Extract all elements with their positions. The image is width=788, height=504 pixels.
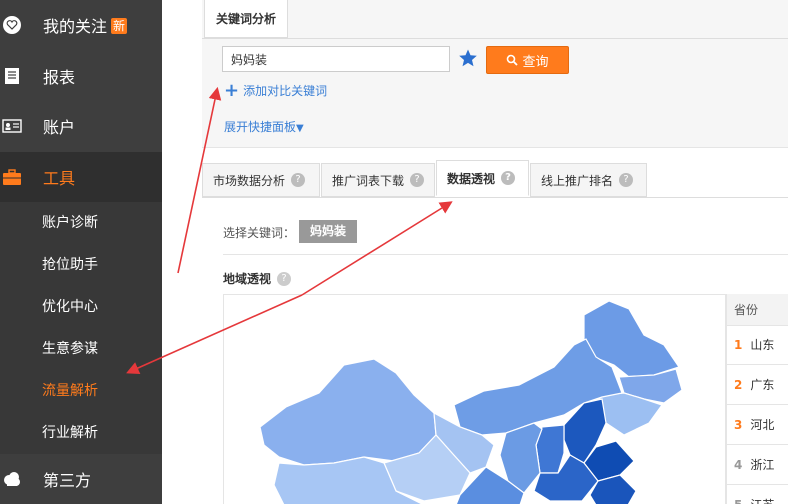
id-card-icon (2, 119, 22, 133)
keyword-analysis-panel: 关键词分析 查询 + 添加对比关键词 展开快捷面板▼ (202, 0, 788, 148)
rank-number: 4 (734, 458, 743, 472)
china-map-svg (259, 300, 683, 504)
sidebar-subitem-traffic-analysis[interactable]: 流量解析 (0, 370, 162, 412)
tab-data-pivot[interactable]: 数据透视? (436, 160, 529, 196)
query-button[interactable]: 查询 (486, 46, 569, 74)
sidebar-subitem-account-diagnosis[interactable]: 账户诊断 (0, 202, 162, 244)
sidebar-subitem-optimization-center[interactable]: 优化中心 (0, 286, 162, 328)
help-icon[interactable]: ? (501, 171, 516, 185)
tab-online-ranking[interactable]: 线上推广排名? (530, 163, 647, 197)
rank-number: 5 (734, 498, 742, 504)
sidebar-item-label: 第三方 (43, 471, 92, 490)
region-title-label: 地域透视 (223, 272, 272, 286)
help-icon[interactable]: ? (291, 173, 306, 187)
tab-label: 推广词表下载 (332, 173, 405, 188)
province-name: 广东 (750, 378, 775, 392)
analysis-tabs: 市场数据分析? 推广词表下载? 数据透视? 线上推广排名? (202, 160, 788, 199)
sidebar-item-my-follow[interactable]: 我的关注新 (0, 0, 162, 50)
cloud-icon (4, 472, 20, 486)
keyword-chip[interactable]: 妈妈装 (299, 220, 357, 243)
expand-label: 展开快捷面板 (224, 120, 297, 134)
star-icon[interactable] (458, 48, 478, 68)
table-row[interactable]: 1 山东 (727, 326, 788, 365)
sidebar: 我的关注新 报表 账户 工具 账户诊断 抢位助手 优化中心 生意参谋 流量解析 … (0, 0, 162, 504)
main-content: 关键词分析 查询 + 添加对比关键词 展开快捷面板▼ (162, 0, 788, 504)
rank-number: 2 (734, 378, 743, 392)
province-name: 山东 (750, 338, 775, 352)
tab-keyword-download[interactable]: 推广词表下载? (321, 163, 435, 197)
table-row[interactable]: 5 江苏 (727, 486, 788, 504)
triangle-down-icon: ▼ (296, 123, 304, 134)
page-root: 我的关注新 报表 账户 工具 账户诊断 抢位助手 优化中心 生意参谋 流量解析 … (0, 0, 788, 504)
sidebar-item-label: 工具 (43, 169, 76, 188)
expand-quick-panel-link[interactable]: 展开快捷面板▼ (224, 118, 304, 135)
report-icon (5, 68, 19, 84)
tab-label: 线上推广排名 (541, 173, 614, 188)
sidebar-subitem-rank-assistant[interactable]: 抢位助手 (0, 244, 162, 286)
search-icon (507, 54, 519, 66)
table-row[interactable]: 3 河北 (727, 406, 788, 445)
sidebar-item-tools[interactable]: 工具 (0, 152, 162, 202)
heart-icon (3, 16, 21, 34)
help-icon[interactable]: ? (619, 173, 634, 187)
table-row[interactable]: 4 浙江 (727, 446, 788, 485)
select-keyword-label: 选择关键词： (223, 226, 296, 240)
rank-number: 3 (734, 418, 743, 432)
region-pivot-title: 地域透视? (223, 270, 292, 287)
province-ranking-table: 省份 1 山东 2 广东 3 河北 4 浙江 5 江苏 (726, 294, 788, 504)
sidebar-subitem-industry-analysis[interactable]: 行业解析 (0, 412, 162, 454)
sidebar-item-third-party[interactable]: 第三方 (0, 454, 162, 504)
help-icon[interactable]: ? (410, 173, 425, 187)
help-icon[interactable]: ? (277, 271, 292, 286)
map-region-xinjiang (259, 358, 437, 466)
add-compare-keyword-link[interactable]: + 添加对比关键词 (224, 80, 327, 101)
sidebar-item-label: 账户 (43, 118, 76, 137)
ranking-header: 省份 (727, 294, 788, 326)
tab-label: 市场数据分析 (213, 173, 286, 188)
province-name: 河北 (750, 418, 775, 432)
sidebar-item-account[interactable]: 账户 (0, 101, 162, 151)
sidebar-item-label: 报表 (43, 68, 76, 87)
table-row[interactable]: 2 广东 (727, 366, 788, 405)
section-divider (223, 254, 788, 255)
plus-icon: + (224, 80, 240, 101)
sidebar-item-report[interactable]: 报表 (0, 51, 162, 101)
province-name: 浙江 (750, 458, 775, 472)
panel-tab-divider (202, 38, 788, 39)
new-badge: 新 (111, 18, 128, 34)
province-name: 江苏 (750, 498, 774, 504)
briefcase-icon (3, 169, 21, 185)
china-heat-map[interactable] (223, 294, 726, 504)
keyword-input[interactable] (222, 46, 450, 72)
add-compare-label: 添加对比关键词 (243, 84, 328, 98)
query-button-label: 查询 (522, 54, 549, 70)
tab-keyword-analysis[interactable]: 关键词分析 (204, 0, 288, 38)
tab-market-data[interactable]: 市场数据分析? (202, 163, 320, 197)
sidebar-subitem-business-advisor[interactable]: 生意参谋 (0, 328, 162, 370)
rank-number: 1 (734, 338, 743, 352)
sidebar-item-label: 我的关注 (43, 17, 108, 36)
tab-label: 数据透视 (447, 171, 496, 186)
